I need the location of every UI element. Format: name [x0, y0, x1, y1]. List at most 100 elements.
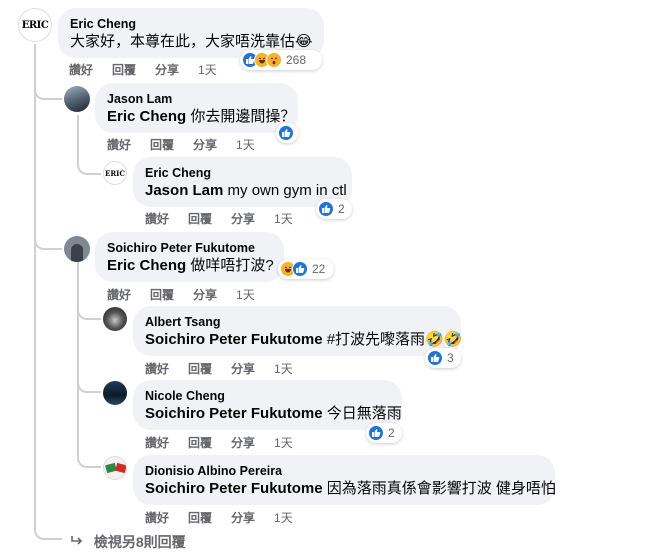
reply-button[interactable]: 回覆 — [150, 288, 174, 302]
view-more-label: 檢視另8則回覆 — [93, 534, 186, 550]
like-icon — [278, 125, 294, 141]
like-button[interactable]: 讚好 — [107, 138, 131, 152]
like-button[interactable]: 讚好 — [145, 511, 169, 525]
thread-curve — [34, 230, 62, 250]
reply-button[interactable]: 回覆 — [112, 63, 136, 77]
timestamp[interactable]: 1天 — [198, 63, 217, 77]
eric-logo: ERIC — [105, 168, 125, 178]
share-button[interactable]: 分享 — [193, 288, 217, 302]
thread-curve — [34, 520, 62, 540]
share-button[interactable]: 分享 — [193, 138, 217, 152]
comment-author[interactable]: Nicole Cheng — [145, 388, 390, 404]
mention-link[interactable]: Eric Cheng — [107, 108, 186, 125]
comment-body: #打波先嚟落雨🤣🤣 — [322, 331, 463, 348]
avatar-soichiro[interactable] — [64, 236, 90, 262]
like-button[interactable]: 讚好 — [69, 63, 93, 77]
timestamp[interactable]: 1天 — [236, 138, 255, 152]
comment-text: Soichiro Peter Fukutome 因為落雨真係會影響打波 健身唔怕 — [145, 479, 556, 499]
reaction-count: 268 — [286, 53, 307, 67]
reply-button[interactable]: 回覆 — [188, 436, 212, 450]
comment-author[interactable]: Soichiro Peter Fukutome — [107, 240, 272, 256]
thread-curve — [77, 448, 101, 468]
like-icon — [292, 261, 308, 277]
mention-link[interactable]: Eric Cheng — [107, 257, 186, 274]
mention-link[interactable]: Soichiro Peter Fukutome — [145, 480, 323, 497]
reaction-summary[interactable]: 22 — [278, 259, 334, 279]
timestamp[interactable]: 1天 — [236, 288, 255, 302]
comment-bubble: Dionisio Albino Pereira Soichiro Peter F… — [133, 455, 556, 505]
reply-button[interactable]: 回覆 — [150, 138, 174, 152]
comment-author[interactable]: Eric Cheng — [145, 165, 340, 181]
share-button[interactable]: 分享 — [231, 362, 255, 376]
reaction-summary[interactable]: 2 — [316, 199, 352, 219]
comment-actions: 讚好 回覆 分享 1天 — [145, 434, 312, 451]
share-button[interactable]: 分享 — [231, 511, 255, 525]
comment-author[interactable]: Dionisio Albino Pereira — [145, 463, 543, 479]
avatar-dionisio[interactable] — [103, 456, 127, 480]
comment-actions: 讚好 回覆 分享 1天 — [107, 286, 274, 303]
comment-author[interactable]: Eric Cheng — [70, 16, 312, 32]
thread-curve — [77, 300, 101, 320]
like-button[interactable]: 讚好 — [145, 362, 169, 376]
comment-bubble: Nicole Cheng Soichiro Peter Fukutome 今日無… — [133, 380, 402, 430]
comment-actions: 讚好 回覆 分享 1天 — [145, 509, 312, 526]
view-more-replies[interactable]: 檢視另8則回覆 — [70, 532, 186, 552]
timestamp[interactable]: 1天 — [274, 362, 293, 376]
like-icon — [427, 350, 443, 366]
comment-text: Eric Cheng 做咩唔打波? — [107, 256, 274, 276]
avatar-jason-lam[interactable] — [64, 86, 90, 112]
mention-link[interactable]: Jason Lam — [145, 182, 223, 199]
reaction-count: 2 — [388, 426, 395, 440]
reply-arrow-icon — [70, 534, 88, 550]
reply-button[interactable]: 回覆 — [188, 212, 212, 226]
mention-link[interactable]: Soichiro Peter Fukutome — [145, 331, 323, 348]
avatar-eric-cheng[interactable]: ERIC — [18, 8, 52, 42]
mention-link[interactable]: Soichiro Peter Fukutome — [145, 405, 323, 422]
like-button[interactable]: 讚好 — [145, 436, 169, 450]
comment-actions: 讚好 回覆 分享 1天 — [145, 360, 312, 377]
share-button[interactable]: 分享 — [231, 436, 255, 450]
reaction-summary[interactable]: 3 — [425, 348, 461, 368]
reaction-count: 22 — [312, 262, 326, 276]
flags-icon — [105, 462, 126, 474]
comment-bubble: Jason Lam Eric Cheng 你去開邊間操？ — [95, 83, 298, 133]
comment-actions: 讚好 回覆 分享 1天 — [107, 136, 274, 153]
timestamp[interactable]: 1天 — [274, 511, 293, 525]
comment-text: Soichiro Peter Fukutome 今日無落雨 — [145, 404, 402, 424]
comment-body: 今日無落雨 — [322, 405, 402, 422]
reaction-count: 2 — [338, 202, 345, 216]
comment-text: 大家好，本尊在此，大家唔洗靠估😂 — [70, 32, 313, 52]
comment-actions: 讚好 回覆 分享 1天 — [145, 210, 312, 227]
reply-button[interactable]: 回覆 — [188, 362, 212, 376]
comment-author[interactable]: Albert Tsang — [145, 314, 449, 330]
comment-body: 你去開邊間操？ — [186, 108, 296, 125]
like-button[interactable]: 讚好 — [145, 212, 169, 226]
like-button[interactable]: 讚好 — [107, 288, 131, 302]
comment-bubble: Eric Cheng Jason Lam my own gym in ctl — [133, 157, 352, 207]
thread-line-main — [34, 44, 36, 530]
timestamp[interactable]: 1天 — [274, 436, 293, 450]
eric-logo: ERIC — [21, 19, 49, 31]
comment-bubble: Albert Tsang Soichiro Peter Fukutome #打波… — [133, 306, 463, 356]
avatar-nicole-cheng[interactable] — [103, 381, 127, 405]
comment-bubble: Soichiro Peter Fukutome Eric Cheng 做咩唔打波… — [95, 232, 284, 282]
reaction-summary[interactable]: 268 — [240, 50, 322, 70]
avatar-figure — [71, 244, 83, 262]
comment-author[interactable]: Jason Lam — [107, 91, 286, 107]
share-button[interactable]: 分享 — [155, 63, 179, 77]
wow-icon — [266, 52, 282, 68]
comment-body: my own gym in ctl — [223, 182, 347, 199]
reaction-summary[interactable] — [276, 123, 298, 143]
reaction-summary[interactable]: 2 — [366, 423, 402, 443]
reply-button[interactable]: 回覆 — [188, 511, 212, 525]
timestamp[interactable]: 1天 — [274, 212, 293, 226]
avatar-albert-tsang[interactable] — [103, 307, 127, 331]
comment-actions: 讚好 回覆 分享 1天 — [69, 61, 236, 78]
comment-body: 因為落雨真係會影響打波 健身唔怕 — [322, 480, 556, 497]
thread-curve — [34, 80, 62, 100]
avatar-eric-cheng[interactable]: ERIC — [103, 161, 127, 185]
comment-text: Eric Cheng 你去開邊間操？ — [107, 107, 295, 127]
like-icon — [318, 201, 334, 217]
like-icon — [368, 425, 384, 441]
share-button[interactable]: 分享 — [231, 212, 255, 226]
